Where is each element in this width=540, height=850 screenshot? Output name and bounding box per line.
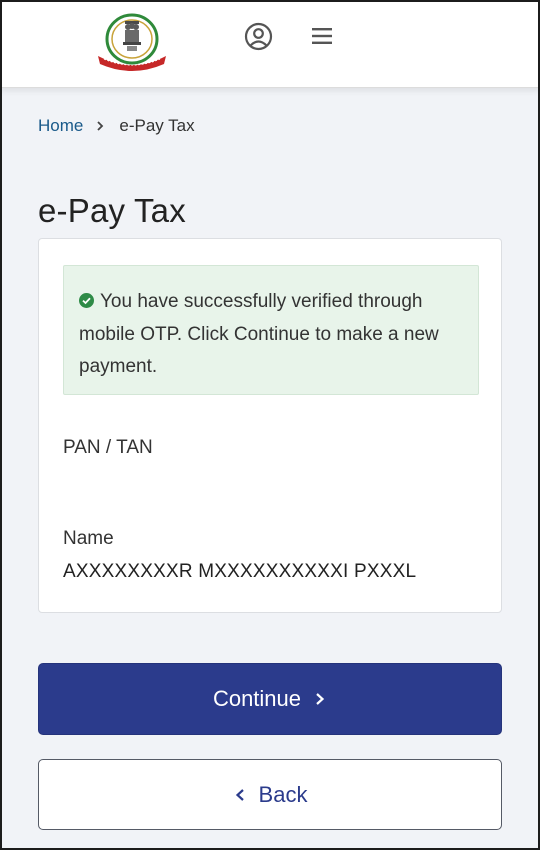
page-title: e-Pay Tax: [38, 192, 186, 229]
user-circle-icon[interactable]: [244, 22, 273, 51]
back-button[interactable]: Back: [38, 759, 502, 830]
pan-tan-label: PAN / TAN: [63, 437, 153, 458]
breadcrumb-home-link[interactable]: Home: [38, 116, 83, 136]
chevron-right-icon: [316, 693, 325, 705]
continue-label: Continue: [212, 686, 302, 711]
breadcrumb: Home e-Pay Tax: [38, 114, 195, 138]
check-circle-icon: [79, 293, 94, 308]
top-header: [0, 0, 540, 88]
hamburger-menu-icon[interactable]: [310, 24, 334, 48]
chevron-right-icon: [97, 121, 104, 131]
success-alert: You have successfully verified through m…: [63, 265, 479, 395]
income-tax-logo-icon[interactable]: [94, 12, 170, 74]
verification-card: You have successfully verified through m…: [38, 238, 502, 613]
continue-button[interactable]: Continue: [38, 663, 502, 735]
chevron-left-icon: [235, 788, 244, 801]
name-label: Name: [63, 528, 114, 549]
name-value: AXXXXXXXXR MXXXXXXXXXXI PXXXL: [63, 561, 417, 582]
success-message: You have successfully verified through m…: [79, 291, 439, 377]
back-label: Back: [258, 781, 308, 807]
breadcrumb-current: e-Pay Tax: [119, 116, 195, 135]
